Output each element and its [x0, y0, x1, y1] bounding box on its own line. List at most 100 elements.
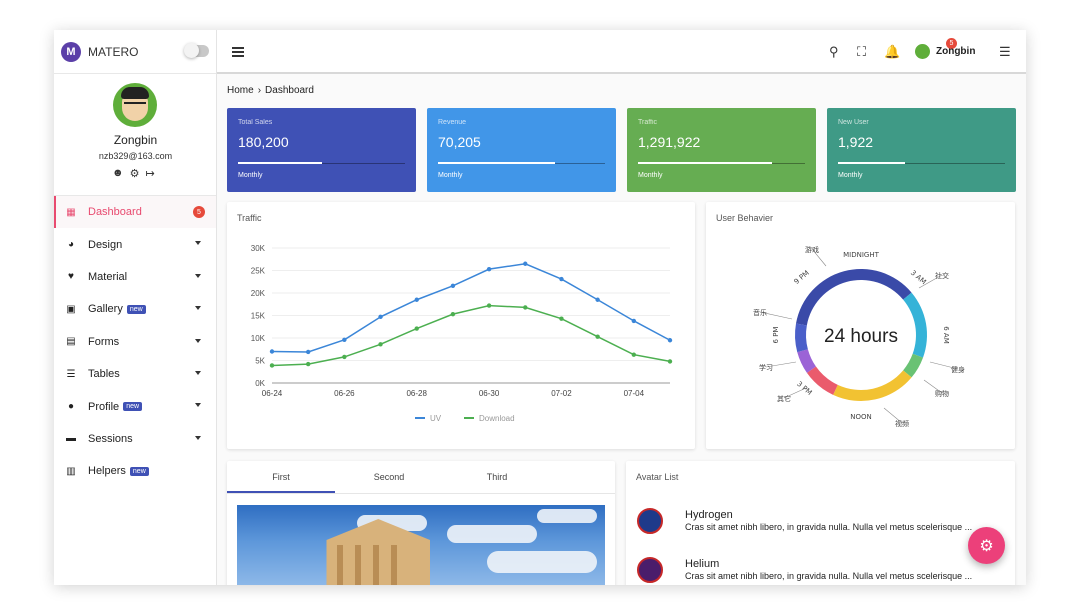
sidebar-item-design[interactable]: ◕ Design	[54, 228, 216, 260]
data-point[interactable]	[559, 276, 564, 282]
settings-fab[interactable]: ⚙	[968, 527, 1005, 564]
data-point[interactable]	[378, 314, 383, 320]
traffic-chart: 0K 5K 10K 15K 20K 25K 30K 06-24 06-26 06-28 06-30 0…	[251, 244, 673, 423]
data-point[interactable]	[667, 338, 673, 343]
data-point[interactable]	[486, 266, 492, 272]
data-point[interactable]	[631, 352, 637, 357]
sidebar-item-label: Tables	[88, 368, 120, 381]
data-point[interactable]	[450, 283, 456, 288]
item-description: Cras sit amet nibh libero, in gravida nu…	[685, 571, 973, 581]
y-tick-label: 5K	[255, 357, 265, 366]
y-tick-label: 30K	[251, 244, 266, 253]
x-tick-label: 07-02	[551, 389, 572, 398]
x-tick-label: 06-30	[479, 389, 500, 398]
app-window: M MATERO Zongbin nzb329@163.com ☻ ⚙ ↦ ▦ D…	[54, 30, 1026, 585]
data-point[interactable]	[305, 349, 311, 355]
sidebar-item-material[interactable]: ♥ Material	[54, 261, 216, 293]
data-point[interactable]	[414, 297, 419, 302]
tab-image	[237, 505, 605, 585]
stat-footer: Monthly	[238, 172, 263, 179]
breadcrumb-home[interactable]: Home	[227, 85, 254, 96]
category-label: 音乐	[753, 308, 767, 317]
category-label: 视频	[895, 419, 909, 428]
data-point[interactable]	[523, 261, 528, 266]
data-point[interactable]	[486, 303, 492, 308]
stat-progress	[438, 162, 605, 164]
inbox-icon: ▥	[66, 465, 76, 477]
brand-name: MATERO	[88, 44, 139, 59]
data-point[interactable]	[269, 349, 275, 354]
data-point[interactable]	[595, 334, 600, 339]
category-label: 社交	[935, 271, 949, 280]
hour-label: 6 AM	[942, 326, 950, 344]
palette-icon: ◕	[67, 239, 75, 251]
data-point[interactable]	[559, 316, 564, 321]
data-point[interactable]	[305, 361, 311, 367]
stat-title: Total Sales	[238, 119, 273, 126]
hour-label: MIDNIGHT	[843, 251, 879, 259]
x-tick-label: 06-26	[334, 389, 355, 398]
x-tick-label: 06-28	[406, 389, 427, 398]
notifications-icon[interactable]: 🔔	[884, 44, 900, 60]
logout-icon[interactable]: ↦	[145, 167, 154, 180]
sidebar-item-dashboard[interactable]: ▦ Dashboard 5	[54, 196, 216, 229]
account-circle-icon[interactable]: ☻	[112, 167, 124, 180]
y-tick-label: 15K	[251, 312, 266, 321]
data-point[interactable]	[523, 305, 528, 310]
tab-third[interactable]: Third	[443, 461, 551, 493]
search-icon[interactable]: ⚲	[829, 44, 839, 60]
breadcrumb-current: Dashboard	[265, 85, 314, 96]
sidebar-item-profile[interactable]: ● Profile new	[54, 390, 216, 422]
user-behavior-card: User Behavier 24 hours MIDNIGHT 3 AM 6 AM N…	[706, 202, 1015, 449]
menu-icon[interactable]	[232, 47, 244, 57]
count-badge: 5	[193, 206, 205, 218]
category-label: 游戏	[805, 245, 819, 254]
list-icon[interactable]: ☰	[999, 44, 1011, 60]
sidebar-item-sessions[interactable]: ▬ Sessions	[54, 423, 216, 455]
series-line-uv	[271, 262, 671, 353]
stat-title: Traffic	[638, 119, 658, 126]
data-point[interactable]	[269, 363, 275, 368]
ring-segment[interactable]	[796, 269, 912, 326]
center-label: 24 hours	[824, 326, 898, 347]
legend-item[interactable]: UV	[430, 414, 442, 423]
data-point[interactable]	[342, 354, 347, 360]
sidenav-toggle[interactable]	[184, 43, 209, 58]
user-menu[interactable]: Zongbin	[936, 46, 975, 57]
avatar[interactable]	[915, 44, 930, 59]
data-point[interactable]	[378, 342, 383, 347]
stat-progress	[838, 162, 1005, 164]
category-label: 健身	[951, 365, 965, 374]
new-badge: new	[129, 466, 149, 476]
data-point[interactable]	[450, 311, 456, 317]
legend-item[interactable]: Download	[479, 414, 515, 423]
data-point[interactable]	[667, 359, 673, 364]
tabs-card: First Second Third	[227, 461, 615, 585]
fullscreen-icon[interactable]: ⛶	[857, 44, 866, 60]
hour-label: 6 PM	[772, 327, 780, 344]
user-name: Zongbin	[113, 133, 158, 147]
tab-first[interactable]: First	[227, 461, 335, 493]
chevron-down-icon	[195, 241, 201, 246]
user-behavior-chart: 24 hours MIDNIGHT3 AM6 AMNOON3 PM6 PM9 P…	[753, 245, 965, 428]
sidebar-item-forms[interactable]: ▤ Forms	[54, 326, 216, 358]
user-actions: ☻ ⚙ ↦	[112, 167, 155, 180]
ring-segment[interactable]	[903, 292, 927, 358]
data-point[interactable]	[414, 326, 419, 331]
data-point[interactable]	[631, 318, 637, 324]
tab-second[interactable]: Second	[335, 461, 443, 493]
logo-icon: M	[61, 41, 81, 62]
data-point[interactable]	[342, 337, 347, 342]
sidebar-item-label: Dashboard	[88, 206, 142, 219]
sidebar-item-gallery[interactable]: ▣ Gallery new	[54, 293, 216, 325]
avatar[interactable]	[113, 83, 157, 127]
settings-icon[interactable]: ⚙	[130, 167, 140, 180]
avatar-list-card: Avatar List Hydrogen Cras sit amet nibh l…	[626, 461, 1015, 585]
sidebar-item-tables[interactable]: ☰ Tables	[54, 358, 216, 390]
stat-value: 180,200	[238, 134, 289, 150]
sidebar-item-helpers[interactable]: ▥ Helpers new	[54, 455, 216, 487]
ring-segment[interactable]	[795, 323, 808, 353]
stat-title: Revenue	[438, 119, 467, 126]
data-point[interactable]	[595, 297, 600, 302]
item-description: Cras sit amet nibh libero, in gravida nu…	[685, 522, 973, 532]
